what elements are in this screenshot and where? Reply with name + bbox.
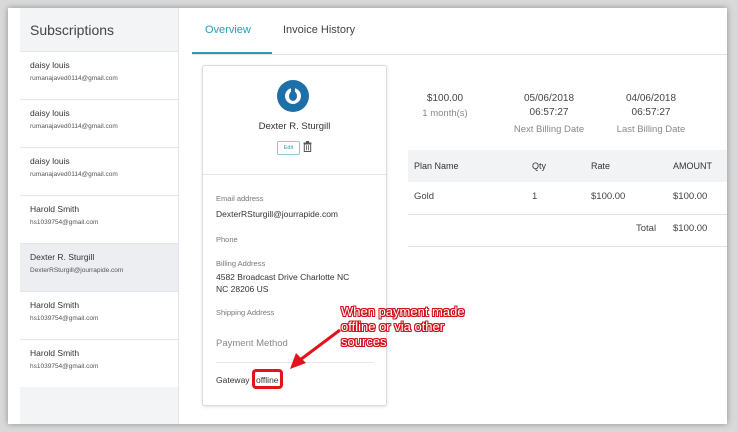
column-header-amount: AMOUNT bbox=[673, 161, 712, 171]
subscriber-email: rumanajaved0114@gmail.com bbox=[30, 123, 118, 130]
subscription-amount: $100.00 bbox=[426, 93, 464, 104]
subscriber-name: Harold Smith bbox=[30, 204, 80, 214]
column-header-rate: Rate bbox=[591, 161, 611, 171]
active-tab-indicator bbox=[192, 52, 272, 54]
subscriber-email: hs1039754@gmail.com bbox=[30, 219, 99, 226]
qty-cell: 1 bbox=[532, 191, 538, 202]
subscription-item-selected[interactable]: Dexter R. Sturgill DexterRSturgill@jourr… bbox=[20, 243, 178, 291]
subscriber-email: hs1039754@gmail.com bbox=[30, 363, 99, 370]
last-billing-date: 04/06/2018 bbox=[625, 93, 677, 104]
customer-avatar bbox=[277, 80, 309, 112]
customer-card: Dexter R. Sturgill Edit Email address De… bbox=[202, 65, 387, 406]
subscription-item[interactable]: Harold Smith hs1039754@gmail.com bbox=[20, 195, 178, 243]
subscriber-name: Harold Smith bbox=[30, 300, 80, 310]
last-billing-label: Last Billing Date bbox=[616, 124, 686, 135]
column-header-plan: Plan Name bbox=[414, 161, 459, 171]
phone-label: Phone bbox=[216, 235, 238, 244]
annotation-callout: When payment made offline or via other s… bbox=[341, 304, 511, 349]
plan-table: Plan Name Qty Rate AMOUNT Gold 1 $100.00… bbox=[408, 150, 727, 247]
tab-invoice-history[interactable]: Invoice History bbox=[283, 24, 355, 36]
table-bottom-divider bbox=[408, 246, 727, 247]
subscription-item[interactable]: Harold Smith hs1039754@gmail.com bbox=[20, 339, 178, 387]
subscriber-email: rumanajaved0114@gmail.com bbox=[30, 171, 118, 178]
last-billing-time: 06:57:27 bbox=[631, 107, 671, 118]
app-window: Subscriptions daisy louis rumanajaved011… bbox=[8, 8, 727, 424]
tab-overview[interactable]: Overview bbox=[205, 24, 251, 36]
customer-name: Dexter R. Sturgill bbox=[258, 121, 331, 132]
annotation-line: sources bbox=[341, 334, 387, 349]
subscription-list: daisy louis rumanajaved0114@gmail.com da… bbox=[20, 51, 178, 387]
next-billing-date: 05/06/2018 bbox=[523, 93, 575, 104]
table-header: Plan Name Qty Rate AMOUNT bbox=[408, 150, 727, 182]
subscriber-name: daisy louis bbox=[30, 108, 70, 118]
amount-cell: $100.00 bbox=[673, 191, 708, 202]
email-value: DexterRSturgill@jourrapide.com bbox=[216, 209, 339, 219]
table-row-divider bbox=[408, 214, 727, 215]
subscriber-name: daisy louis bbox=[30, 60, 70, 70]
subscriber-name: Dexter R. Sturgill bbox=[30, 252, 95, 262]
gateway-label: Gateway bbox=[216, 375, 250, 385]
billing-address-label: Billing Address bbox=[216, 259, 266, 268]
email-label: Email address bbox=[216, 194, 264, 203]
billing-address-line1: 4582 Broadcast Drive Charlotte NC bbox=[216, 272, 350, 282]
detail-tabs: Overview Invoice History bbox=[192, 8, 727, 55]
trash-icon[interactable] bbox=[303, 141, 312, 152]
payment-method-label: Payment Method bbox=[216, 338, 288, 349]
subscription-item[interactable]: daisy louis rumanajaved0114@gmail.com bbox=[20, 51, 178, 99]
subscription-item[interactable]: daisy louis rumanajaved0114@gmail.com bbox=[20, 99, 178, 147]
annotation-highlight-box bbox=[252, 369, 283, 389]
subscriber-email: hs1039754@gmail.com bbox=[30, 315, 99, 322]
total-value: $100.00 bbox=[673, 223, 708, 234]
billing-period: 1 month(s) bbox=[422, 108, 468, 119]
subscription-item[interactable]: daisy louis rumanajaved0114@gmail.com bbox=[20, 147, 178, 195]
subscriber-name: Harold Smith bbox=[30, 348, 80, 358]
rate-cell: $100.00 bbox=[591, 191, 626, 202]
next-billing-label: Next Billing Date bbox=[513, 124, 585, 135]
shipping-address-label: Shipping Address bbox=[216, 308, 275, 317]
subscriptions-sidebar: Subscriptions daisy louis rumanajaved011… bbox=[20, 8, 179, 424]
billing-address-line2: NC 28206 US bbox=[216, 284, 269, 294]
column-header-qty: Qty bbox=[532, 161, 547, 171]
annotation-line: When payment made bbox=[341, 304, 465, 319]
annotation-line: offline or via other bbox=[341, 319, 445, 334]
plan-name-cell: Gold bbox=[414, 191, 435, 202]
subscriber-name: daisy louis bbox=[30, 156, 70, 166]
payment-divider bbox=[216, 362, 373, 363]
subscriber-email: rumanajaved0114@gmail.com bbox=[30, 75, 118, 82]
subscriber-email: DexterRSturgill@jourrapide.com bbox=[30, 267, 124, 274]
sidebar-title: Subscriptions bbox=[30, 22, 115, 38]
edit-button[interactable]: Edit bbox=[277, 141, 300, 155]
card-divider bbox=[203, 174, 386, 175]
subscription-item[interactable]: Harold Smith hs1039754@gmail.com bbox=[20, 291, 178, 339]
total-label: Total bbox=[636, 223, 657, 234]
next-billing-time: 06:57:27 bbox=[529, 107, 569, 118]
